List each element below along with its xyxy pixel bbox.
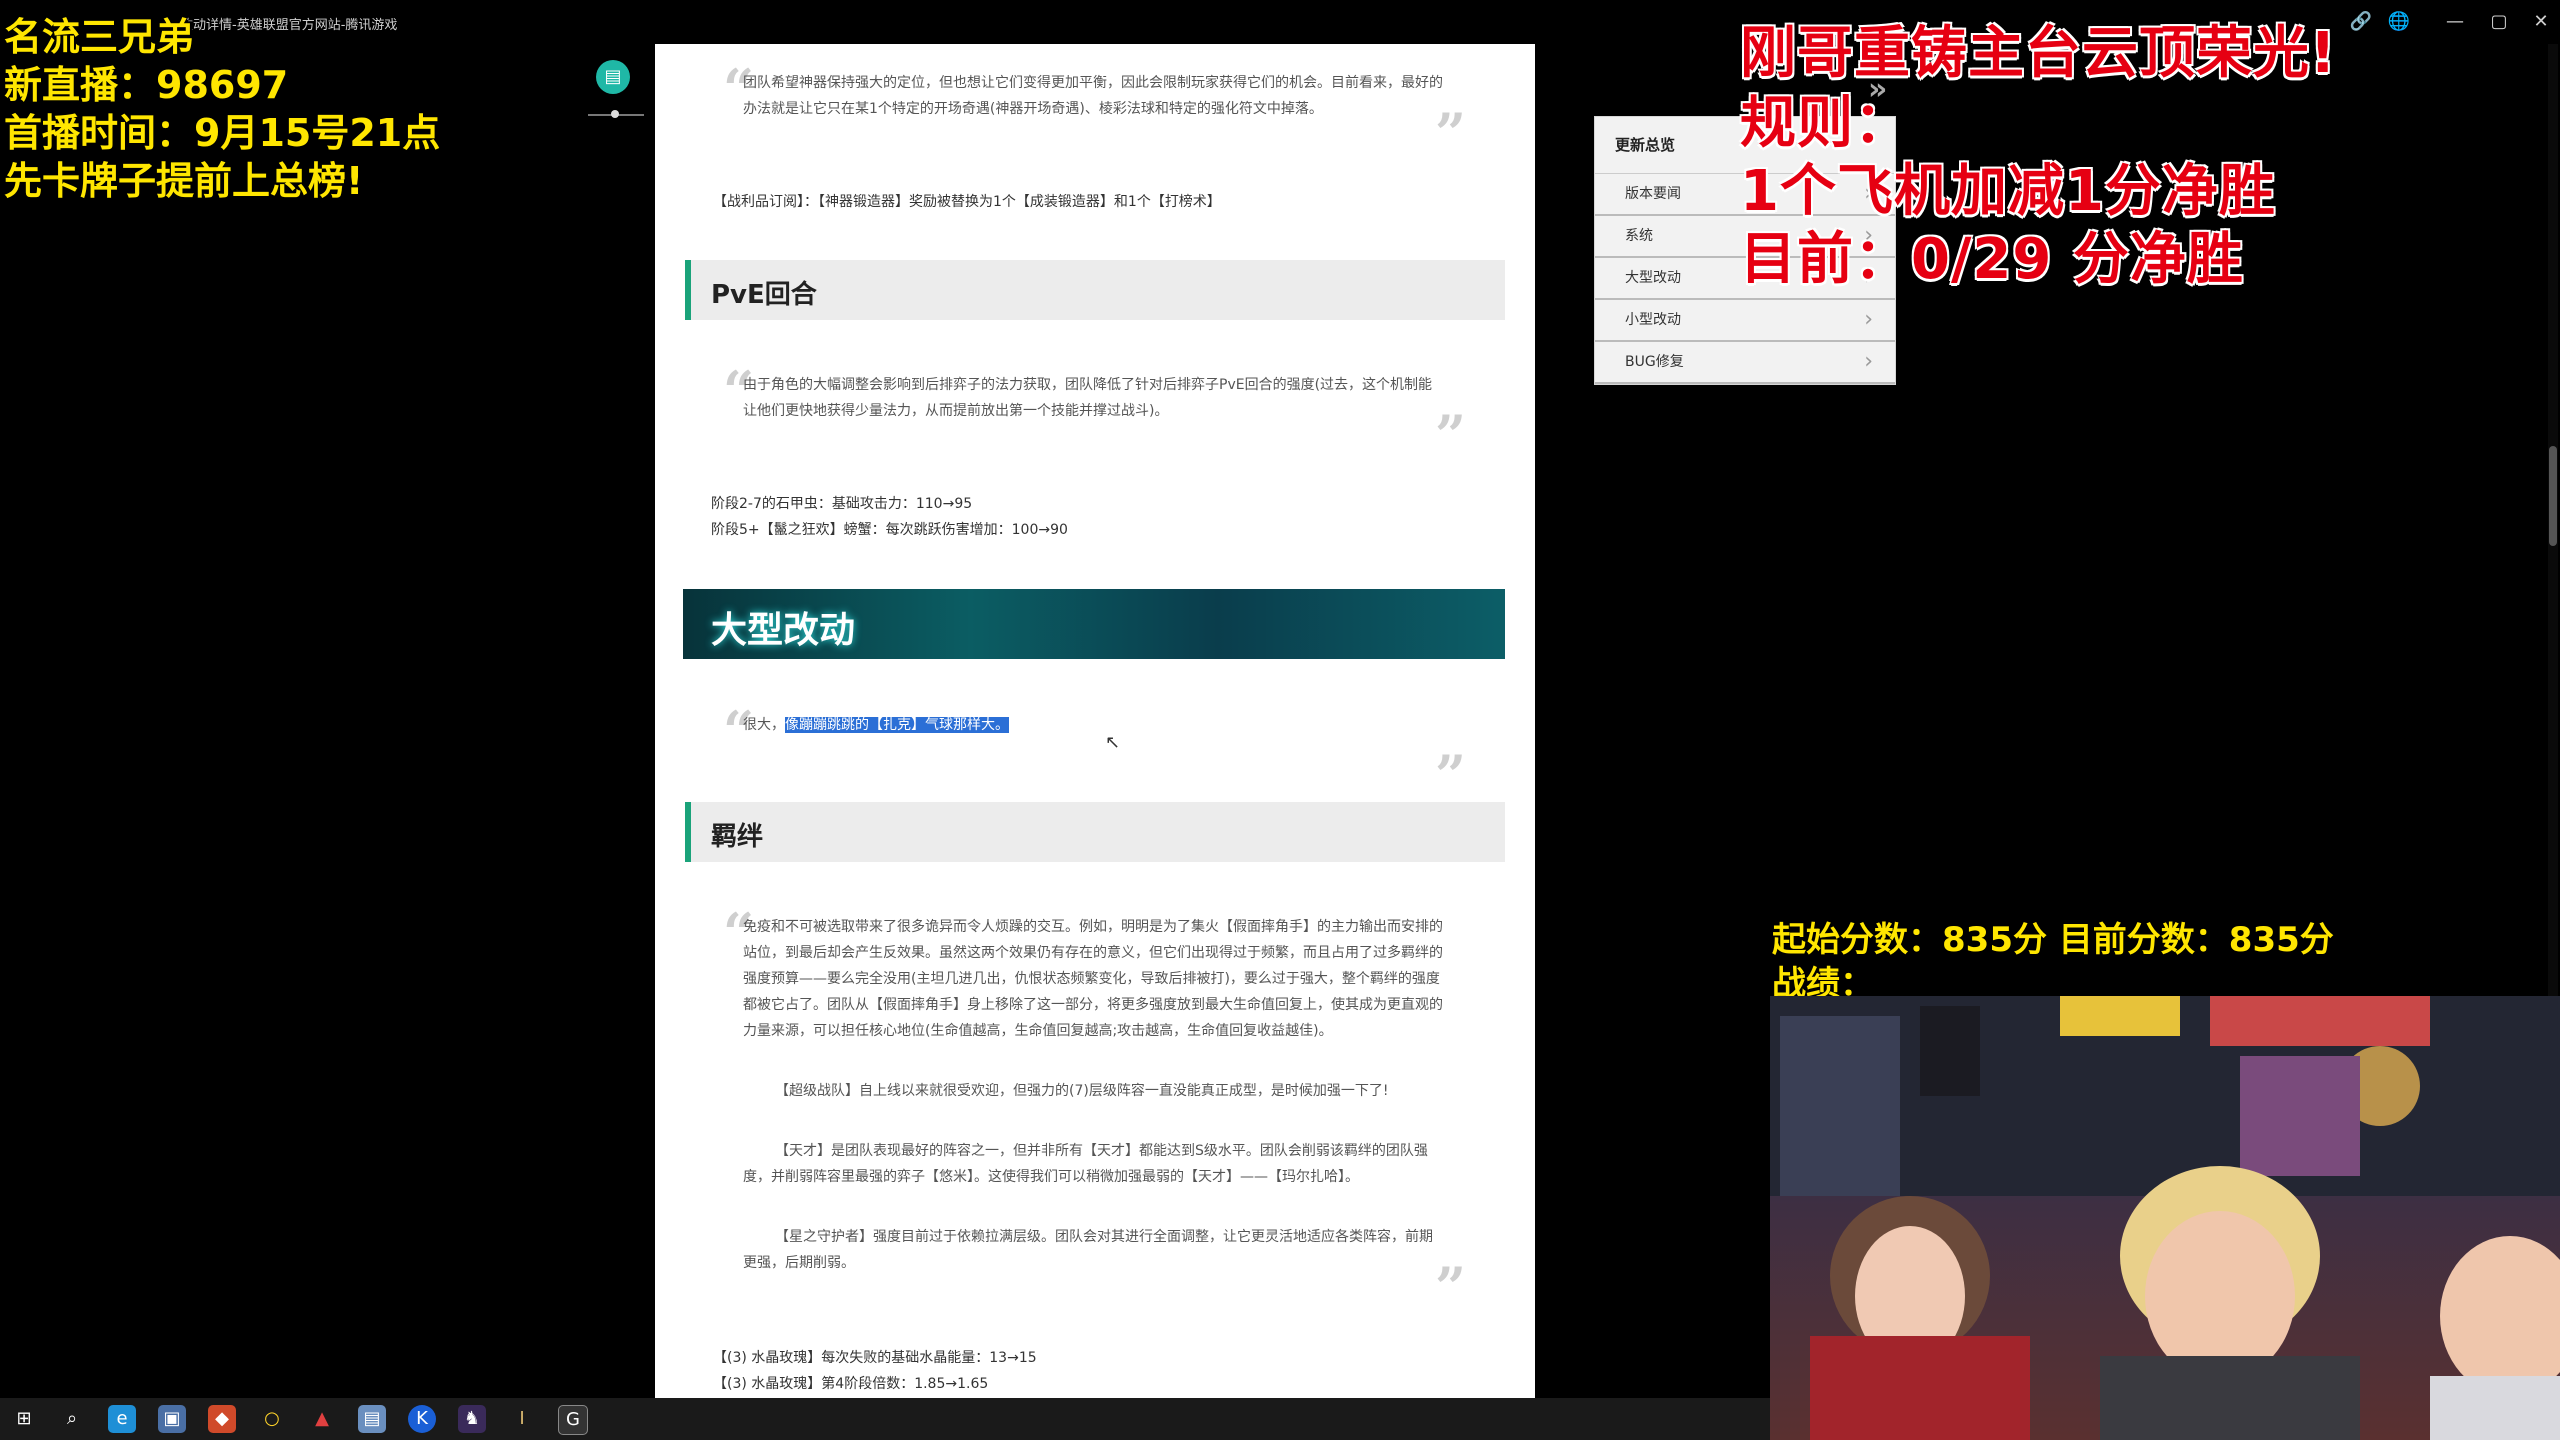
overlay-left-line-2: 新直播：98697 bbox=[4, 63, 289, 107]
quote-close-icon: ” bbox=[1435, 101, 1467, 165]
quote-text: 团队希望神器保持强大的定位，但也想让它们变得更加平衡，因此会限制玩家获得它们的机… bbox=[743, 75, 1443, 117]
section-banner-big-changes: 大型改动 bbox=[683, 589, 1505, 659]
article-line: 【(3) 水晶玫瑰】第4阶段倍数：1.85→1.65 bbox=[713, 1376, 989, 1392]
app-blue-icon[interactable]: ▤ bbox=[358, 1405, 386, 1433]
browser-tab-title: 改动详情-英雄联盟官方网站-腾讯游戏 bbox=[180, 18, 398, 33]
game-icon[interactable]: ♞ bbox=[458, 1405, 486, 1433]
section-heading-text: 羁绊 bbox=[711, 822, 764, 852]
section-heading-text: PvE回合 bbox=[711, 280, 817, 310]
minimize-button[interactable]: — bbox=[2442, 10, 2468, 34]
chevron-right-icon: › bbox=[1864, 349, 1873, 374]
quote-text: 【超级战队】自上线以来就很受欢迎，但强力的(7)层级阵容一直没能真正成型，是时候… bbox=[775, 1083, 1389, 1099]
quote-close-icon: ” bbox=[1435, 403, 1467, 467]
overlay-score: 起始分数：835分 目前分数：835分 bbox=[1772, 920, 2334, 960]
quote-text: 由于角色的大幅调整会影响到后排弈子的法力获取，团队降低了针对后排弈子PvE回合的… bbox=[743, 377, 1433, 419]
link-icon[interactable]: 🔗 bbox=[2348, 10, 2374, 34]
quote-close-icon: ” bbox=[1435, 743, 1467, 807]
selected-text[interactable]: 像蹦蹦跳跳的【扎克】气球那样大。 bbox=[785, 717, 1009, 733]
overlay-right-line-4: 目前：0/29 分净胜 bbox=[1740, 227, 2244, 292]
bow-icon[interactable]: Ⅰ bbox=[508, 1405, 536, 1433]
quote-text: 很大，像蹦蹦跳跳的【扎克】气球那样大。 bbox=[743, 712, 1443, 738]
app-wing-icon[interactable]: ▲ bbox=[308, 1405, 336, 1433]
chat-icon[interactable]: ▤ bbox=[596, 60, 630, 94]
overlay-right-line-1: 刚哥重铸主台云顶荣光! bbox=[1740, 21, 2337, 86]
article-line: 【战利品订阅】：【神器锻造器】奖励被替换为1个【成装锻造器】和1个【打榜术】 bbox=[713, 194, 1221, 210]
k-app-icon[interactable]: K bbox=[408, 1405, 436, 1433]
scrollbar-thumb[interactable] bbox=[2549, 446, 2557, 546]
nav-item-label: BUG修复 bbox=[1625, 354, 1684, 370]
quote-text: 免疫和不可被选取带来了很多诡异而令人烦躁的交互。例如，明明是为了集火【假面摔角手… bbox=[743, 919, 1443, 1039]
taskbar: ⊞ ⌕ e ▣ ◆ ○ ▲ ▤ K ♞ Ⅰ G bbox=[0, 1398, 1770, 1440]
g-app-icon[interactable]: G bbox=[558, 1405, 588, 1435]
section-heading-pve: PvE回合 bbox=[685, 260, 1505, 320]
windows-start-icon[interactable]: ⊞ bbox=[10, 1405, 38, 1433]
article-line: 【(3) 水晶玫瑰】每次失败的基础水晶能量：13→15 bbox=[713, 1350, 1037, 1366]
article-line: 阶段2-7的石甲虫：基础攻击力：110→95 bbox=[711, 496, 973, 512]
slider-handle[interactable] bbox=[611, 110, 619, 118]
overlay-left-line-4: 先卡牌子提前上总榜! bbox=[4, 159, 364, 203]
app-red-icon[interactable]: ◆ bbox=[208, 1405, 236, 1433]
article-panel: “ 团队希望神器保持强大的定位，但也想让它们变得更加平衡，因此会限制玩家获得它们… bbox=[655, 44, 1535, 1400]
app-circle-icon[interactable]: ○ bbox=[258, 1405, 286, 1433]
banner-text: 大型改动 bbox=[711, 610, 856, 651]
section-heading-traits: 羁绊 bbox=[685, 802, 1505, 862]
quote-plain: 很大， bbox=[743, 717, 785, 733]
maximize-button[interactable]: ▢ bbox=[2486, 10, 2512, 34]
nav-item-bug-fixes[interactable]: BUG修复 › bbox=[1595, 342, 1895, 384]
search-icon[interactable]: ⌕ bbox=[58, 1405, 86, 1433]
mouse-cursor-icon: ↖ bbox=[1105, 732, 1121, 753]
nav-item-label: 小型改动 bbox=[1625, 312, 1681, 328]
quote-text: 【天才】是团队表现最好的阵容之一，但并非所有【天才】都能达到S级水平。团队会削弱… bbox=[743, 1143, 1428, 1185]
edge-browser-icon[interactable]: e bbox=[108, 1405, 136, 1433]
nav-item-label: 系统 bbox=[1625, 228, 1653, 244]
webcam-feed bbox=[1770, 996, 2560, 1440]
nav-item-label: 大型改动 bbox=[1625, 270, 1681, 286]
webcam-illustration bbox=[1770, 996, 2560, 1440]
article-line: 阶段5+【鬣之狂欢】螃蟹：每次跳跃伤害增加：100→90 bbox=[711, 522, 1068, 538]
globe-icon[interactable]: 🌐 bbox=[2386, 10, 2412, 34]
file-manager-icon[interactable]: ▣ bbox=[158, 1405, 186, 1433]
quote-close-icon: ” bbox=[1435, 1255, 1467, 1319]
overlay-left-line-3: 首播时间：9月15号21点 bbox=[4, 111, 441, 155]
nav-item-small-changes[interactable]: 小型改动 › bbox=[1595, 300, 1895, 342]
nav-item-label: 版本要闻 bbox=[1625, 186, 1681, 202]
close-button[interactable]: ✕ bbox=[2528, 10, 2554, 34]
chevron-right-icon: › bbox=[1864, 307, 1873, 332]
overlay-left-line-1: 名流三兄弟 bbox=[4, 15, 195, 59]
quote-text: 【星之守护者】强度目前过于依赖拉满层级。团队会对其进行全面调整，让它更灵活地适应… bbox=[743, 1229, 1433, 1271]
